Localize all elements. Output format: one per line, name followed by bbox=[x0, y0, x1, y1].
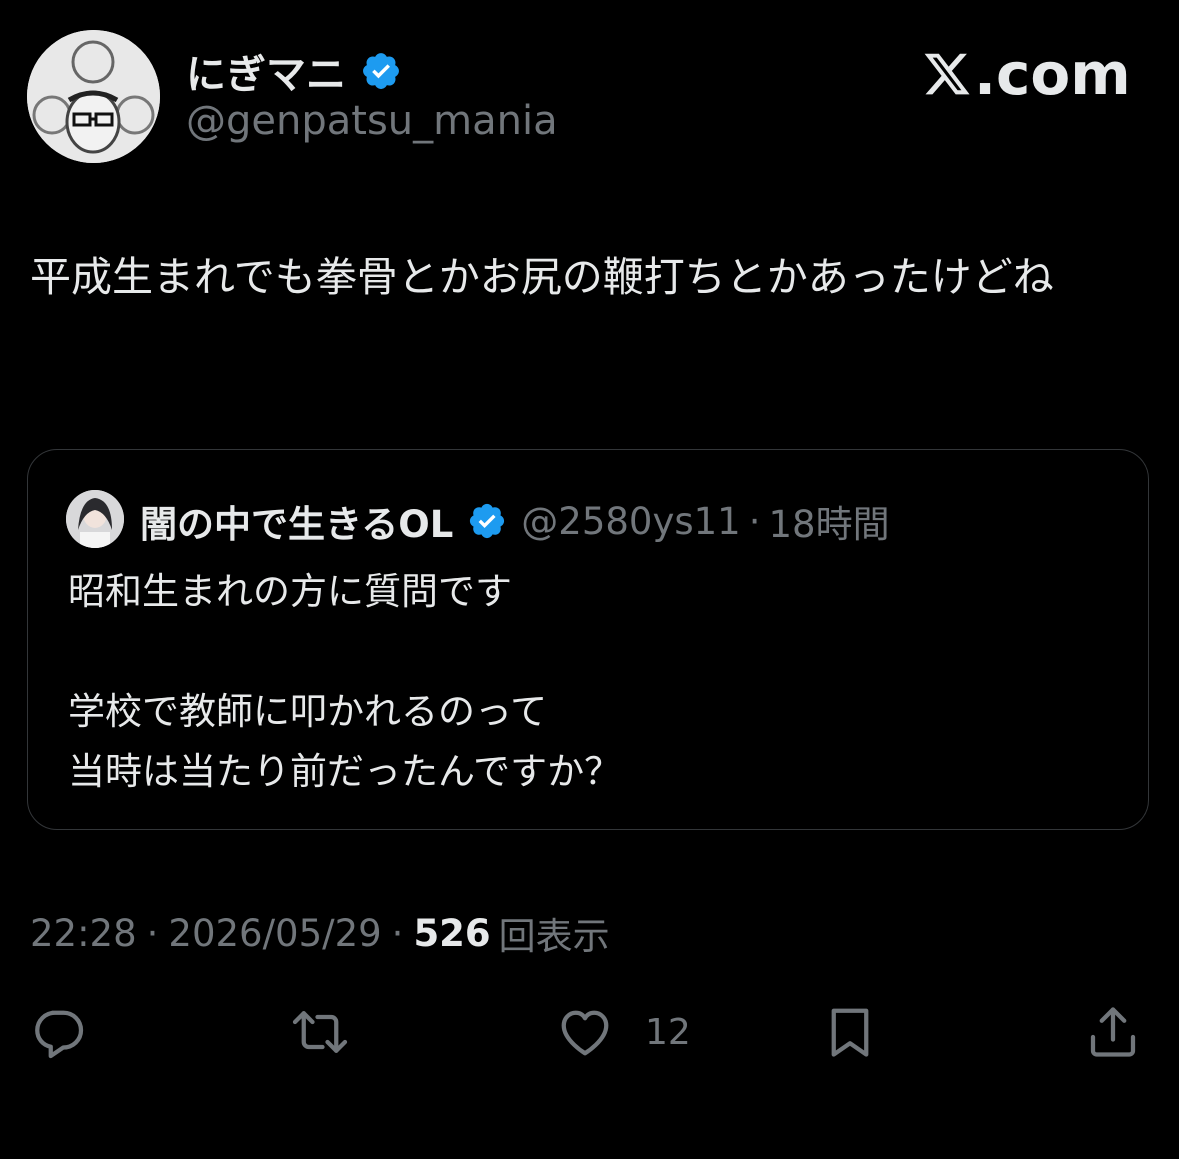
views-label: 回表示 bbox=[498, 915, 610, 958]
retweet-button[interactable] bbox=[290, 1002, 350, 1062]
x-logo-icon bbox=[924, 53, 970, 95]
quote-timestamp: 18時間 bbox=[768, 503, 890, 546]
like-button[interactable]: 12 bbox=[555, 1002, 691, 1062]
site-logo: .com bbox=[922, 40, 1131, 108]
author-display-name[interactable]: にぎマニ bbox=[186, 42, 346, 100]
quote-display-name[interactable]: 闇の中で生きるOL bbox=[140, 494, 453, 548]
author-handle[interactable]: @genpatsu_mania bbox=[186, 98, 558, 144]
reply-button[interactable] bbox=[28, 1002, 88, 1062]
tweet-time: 22:28 bbox=[30, 911, 137, 955]
bookmark-icon bbox=[831, 1008, 869, 1057]
avatar-illustration-icon bbox=[27, 30, 160, 163]
views-count: 526 bbox=[413, 911, 491, 955]
share-icon bbox=[1090, 1007, 1136, 1057]
reply-icon bbox=[35, 1010, 84, 1059]
share-button[interactable] bbox=[1083, 1002, 1143, 1062]
bookmark-button[interactable] bbox=[820, 1002, 880, 1062]
like-count: 12 bbox=[645, 1011, 691, 1053]
author-avatar[interactable] bbox=[27, 30, 160, 163]
quote-text: 昭和生まれの方に質問です 学校で教師に叩かれるのって 当時は当たり前だったんです… bbox=[68, 570, 622, 793]
avatar-photo-icon bbox=[66, 490, 124, 548]
quote-tweet-card[interactable]: 闇の中で生きるOL @2580ys11 · 18時間 昭和生まれの方に質問です … bbox=[27, 449, 1149, 830]
separator-dot: · bbox=[748, 499, 761, 543]
author-name-row[interactable]: にぎマニ bbox=[186, 42, 402, 100]
site-logo-text: .com bbox=[974, 40, 1131, 108]
verified-badge-icon bbox=[363, 53, 399, 89]
verified-badge-icon bbox=[470, 503, 505, 539]
retweet-icon bbox=[292, 1011, 348, 1053]
tweet-text: 平成生まれでも拳骨とかお尻の鞭打ちとかあったけどね bbox=[30, 253, 1054, 301]
quote-author-avatar[interactable] bbox=[66, 490, 124, 548]
quote-handle[interactable]: @2580ys11 bbox=[521, 500, 740, 543]
quote-header: 闇の中で生きるOL @2580ys11 · 18時間 bbox=[140, 494, 890, 548]
separator-dot: · bbox=[391, 911, 404, 955]
separator-dot: · bbox=[146, 911, 159, 955]
heart-icon bbox=[561, 1010, 609, 1056]
tweet-meta: 22:28 · 2026/05/29 · 526 回表示 bbox=[30, 906, 610, 960]
tweet-date: 2026/05/29 bbox=[168, 911, 382, 955]
